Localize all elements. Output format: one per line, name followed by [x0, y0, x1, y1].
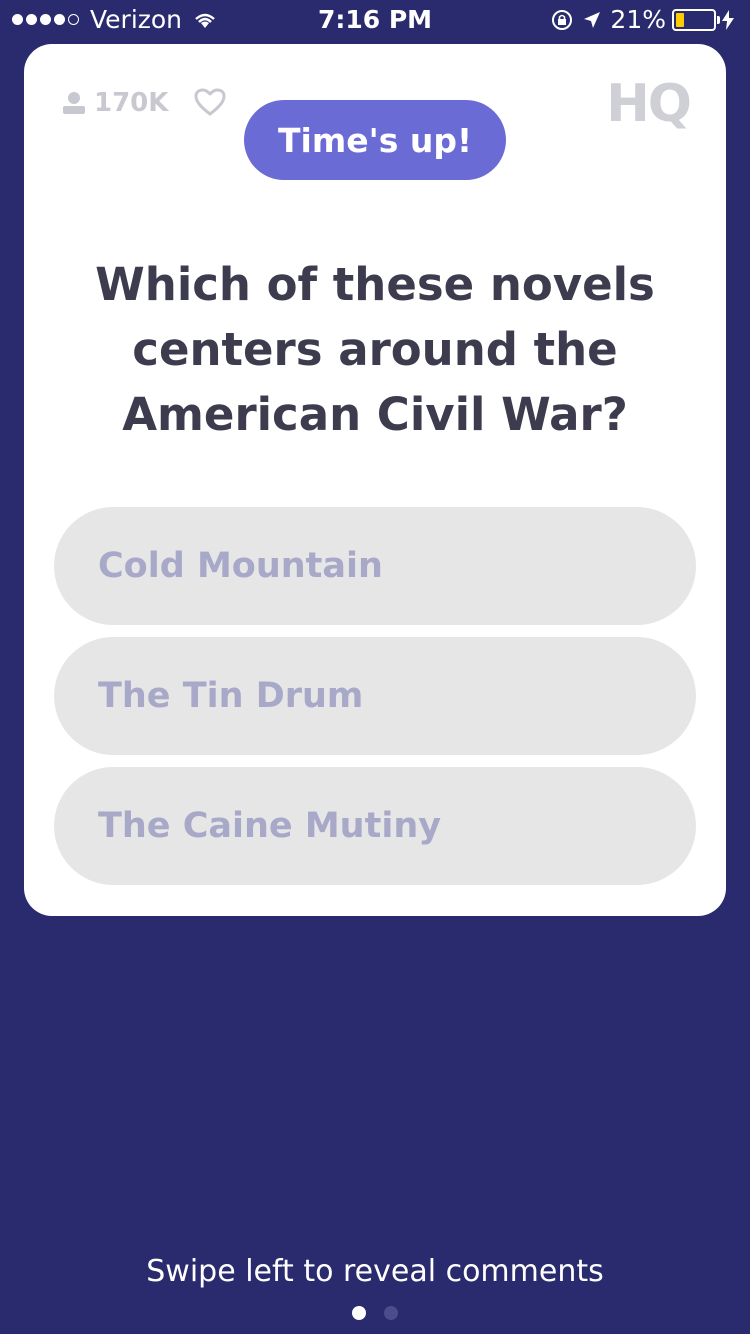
viewer-count-label: 170K [94, 88, 169, 118]
question-card: 170K HQ Time's up! Which of these novels… [24, 44, 726, 916]
answer-label: The Caine Mutiny [98, 806, 442, 846]
answer-label: Cold Mountain [98, 546, 383, 586]
swipe-hint: Swipe left to reveal comments [146, 1254, 604, 1289]
person-icon [63, 92, 85, 114]
answer-label: The Tin Drum [98, 676, 364, 716]
answer-option[interactable]: Cold Mountain [54, 507, 696, 625]
question-text: Which of these novels centers around the… [95, 258, 655, 441]
battery-percent: 21% [610, 5, 666, 34]
battery-icon [672, 8, 720, 31]
status-right: 21% [550, 5, 742, 34]
answer-option[interactable]: The Caine Mutiny [54, 767, 696, 885]
answer-option[interactable]: The Tin Drum [54, 637, 696, 755]
viewer-count: 170K [62, 88, 168, 118]
battery-fill [676, 12, 684, 27]
status-bar: Verizon 7:16 PM 21% [0, 0, 750, 40]
hq-logo: HQ [606, 74, 692, 134]
page-dot[interactable] [384, 1306, 398, 1320]
charging-bolt-icon [722, 9, 734, 30]
page-dot-active[interactable] [352, 1306, 366, 1320]
heart-icon[interactable] [194, 88, 226, 116]
rotation-lock-icon [552, 9, 573, 30]
timer-label: Time's up! [278, 120, 472, 160]
location-arrow-icon [584, 11, 601, 28]
timer-pill: Time's up! [244, 100, 506, 180]
page-indicator[interactable] [0, 1306, 750, 1320]
